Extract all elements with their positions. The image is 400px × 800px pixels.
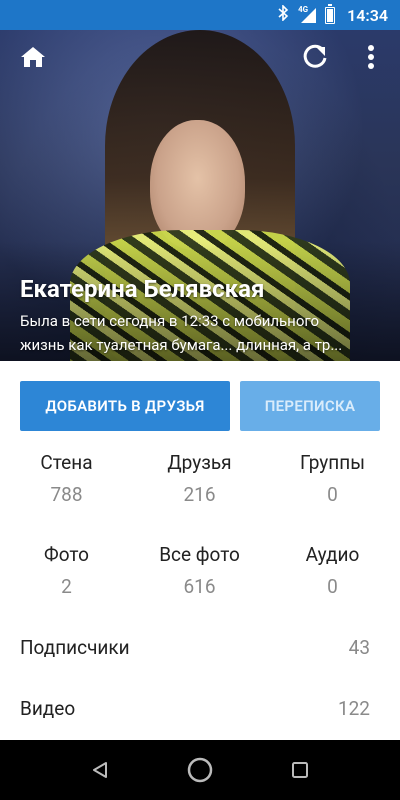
last-seen-text: Была в сети сегодня в 12:33 с мобильного xyxy=(20,312,320,330)
home-icon[interactable] xyxy=(18,42,48,72)
more-options-icon[interactable] xyxy=(356,42,386,72)
refresh-icon[interactable] xyxy=(300,42,330,72)
stat-value: 616 xyxy=(183,575,216,598)
stat-label: Все фото xyxy=(159,543,240,566)
stat-value: 0 xyxy=(327,483,338,506)
stat-value: 216 xyxy=(183,483,216,506)
stat-photos[interactable]: Фото 2 xyxy=(0,543,133,598)
stat-label: Друзья xyxy=(167,451,232,474)
stat-label: Аудио xyxy=(305,543,360,566)
home-nav-icon[interactable] xyxy=(185,755,215,785)
row-value: 43 xyxy=(348,635,370,659)
row-label: Подписчики xyxy=(20,635,130,659)
stat-label: Фото xyxy=(44,543,89,566)
stat-wall[interactable]: Стена 788 xyxy=(0,451,133,506)
battery-icon xyxy=(325,3,336,24)
row-label: Видео xyxy=(20,696,76,720)
profile-cover-photo[interactable]: Екатерина Белявская Была в сети сегодня … xyxy=(0,30,400,361)
followers-row[interactable]: Подписчики 43 xyxy=(20,632,370,662)
system-navigation-bar xyxy=(0,740,400,800)
stat-label: Стена xyxy=(40,451,93,474)
stat-all-photos[interactable]: Все фото 616 xyxy=(133,543,266,598)
status-text[interactable]: жизнь как туалетная бумага... длинная, а… xyxy=(20,336,390,354)
status-bar: 4G 14:34 xyxy=(0,0,400,30)
profile-name: Екатерина Белявская xyxy=(20,275,265,303)
stat-audio[interactable]: Аудио 0 xyxy=(266,543,399,598)
add-friend-button[interactable]: ДОБАВИТЬ В ДРУЗЬЯ xyxy=(20,381,230,431)
stat-value: 788 xyxy=(50,483,83,506)
signal-icon: 4G xyxy=(297,5,317,23)
status-time: 14:34 xyxy=(347,5,388,25)
messages-button[interactable]: ПЕРЕПИСКА xyxy=(240,381,380,431)
stat-friends[interactable]: Друзья 216 xyxy=(133,451,266,506)
stat-value: 0 xyxy=(327,575,338,598)
recents-icon[interactable] xyxy=(285,755,315,785)
stat-value: 2 xyxy=(61,575,72,598)
videos-row[interactable]: Видео 122 xyxy=(20,693,370,723)
back-icon[interactable] xyxy=(85,755,115,785)
bluetooth-icon xyxy=(277,4,289,25)
stat-label: Группы xyxy=(300,451,365,474)
status-icons: 4G 14:34 xyxy=(277,0,388,30)
row-value: 122 xyxy=(337,696,370,720)
stat-groups[interactable]: Группы 0 xyxy=(266,451,399,506)
